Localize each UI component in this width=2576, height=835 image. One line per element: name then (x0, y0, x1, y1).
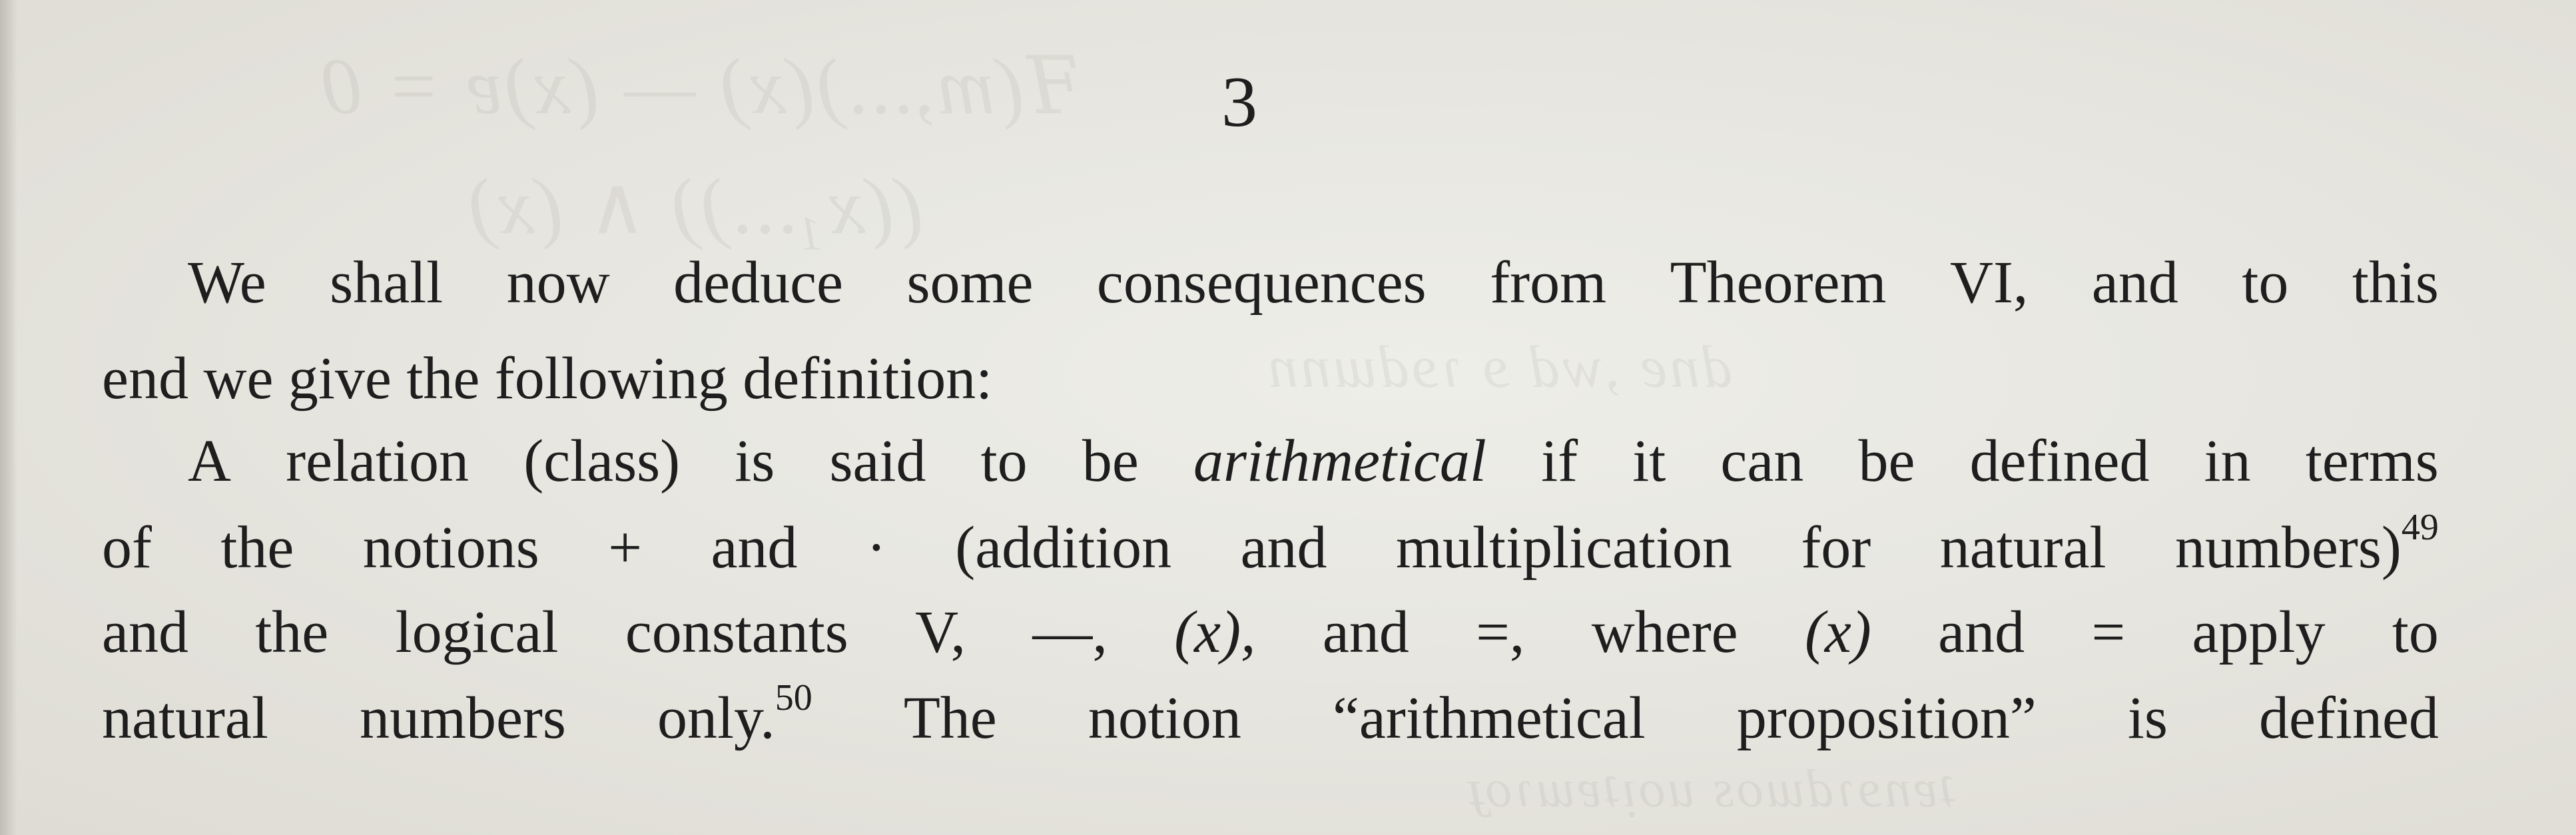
dot-symbol: · (866, 515, 886, 581)
text-line-5: and the logical constants V, —, (x), and… (102, 603, 2439, 663)
bleed-through-text: ((x₁...)) ∧ (x) (466, 162, 923, 250)
word: if (1541, 428, 1578, 494)
word: be (1082, 428, 1139, 494)
word: only. (657, 685, 775, 751)
word: to (2392, 599, 2439, 665)
word-with-footnote: numbers)49 (2174, 509, 2439, 581)
word: some (906, 250, 1034, 316)
word: of (102, 515, 152, 581)
text-line-3: A relation (class) is said to be arithme… (188, 431, 2439, 491)
text-line-1: We shall now deduce some consequences fr… (188, 253, 2439, 313)
word: and (1938, 599, 2025, 665)
word: and (1240, 515, 1327, 581)
word: and (711, 515, 798, 581)
bleed-through-text: ꟻ(m,...)(x) — (x)ɐ = 0 (320, 42, 1082, 131)
page-number: 3 (1221, 63, 1257, 142)
word: can (1720, 428, 1804, 494)
word: defined (1969, 428, 2150, 494)
word: (addition (955, 515, 1172, 581)
word: apply (2192, 599, 2326, 665)
word: and (1322, 599, 1409, 665)
word: A (188, 428, 231, 494)
or-symbol: V, (915, 599, 966, 665)
italic-term: arithmetical (1193, 428, 1486, 494)
word: “arithmetical (1332, 685, 1646, 751)
word: numbers) (2174, 515, 2402, 581)
word: now (506, 250, 610, 316)
word: We (188, 250, 266, 316)
word: is (735, 428, 775, 494)
word: defined (2259, 685, 2439, 751)
quantifier-symbol: (x) (1804, 599, 1871, 665)
word: it (1632, 428, 1666, 494)
bleed-through-text: ʇɐnɘɿdɯos uoᴉʇɐɯɿoɟ (1465, 760, 1955, 818)
footnote-ref-49: 49 (2401, 507, 2439, 548)
word-with-footnote: only.50 (657, 679, 812, 748)
bleed-through-text: dne ,wd ɘ ɿɘdɯnn (1265, 334, 1733, 400)
word: (class) (523, 428, 681, 494)
quantifier-symbol: (x), (1174, 599, 1256, 665)
word: VI, (1949, 250, 2029, 316)
word: multiplication (1395, 515, 1732, 581)
word: is (2127, 685, 2168, 751)
word: and (2091, 250, 2178, 316)
page-edge-shadow (0, 0, 17, 835)
word: notion (1088, 685, 1241, 751)
word: constants (625, 599, 848, 665)
word: this (2352, 250, 2439, 316)
word: logical (395, 599, 559, 665)
word: from (1490, 250, 1607, 316)
negation-symbol: —, (1032, 599, 1108, 665)
word: consequences (1096, 250, 1427, 316)
word: the (220, 515, 294, 581)
equals-symbol: = (2091, 599, 2126, 665)
word: where (1591, 599, 1738, 665)
word: be (1858, 428, 1915, 494)
word: to (2242, 250, 2289, 316)
word: numbers (359, 685, 566, 751)
word: natural (1939, 515, 2106, 581)
footnote-ref-50: 50 (775, 677, 812, 718)
text-line-4: of the notions + and · (addition and mul… (102, 509, 2439, 581)
equals-symbol: =, (1476, 599, 1525, 665)
word: the (255, 599, 329, 665)
word: in (2204, 428, 2251, 494)
word: terms (2305, 428, 2439, 494)
word: for (1801, 515, 1871, 581)
word: and (102, 599, 188, 665)
text-line-6: natural numbers only.50 The notion “arit… (102, 679, 2439, 751)
word: said (829, 428, 926, 494)
word: natural (102, 685, 268, 751)
text-line-2: end we give the following definition: (102, 346, 993, 412)
word: proposition” (1736, 685, 2037, 751)
word: shall (330, 250, 444, 316)
word: relation (286, 428, 470, 494)
plus-symbol: + (608, 515, 643, 581)
word: notions (362, 515, 539, 581)
word: deduce (673, 250, 843, 316)
word: to (980, 428, 1028, 494)
word: Theorem (1670, 250, 1887, 316)
word: The (903, 685, 997, 751)
